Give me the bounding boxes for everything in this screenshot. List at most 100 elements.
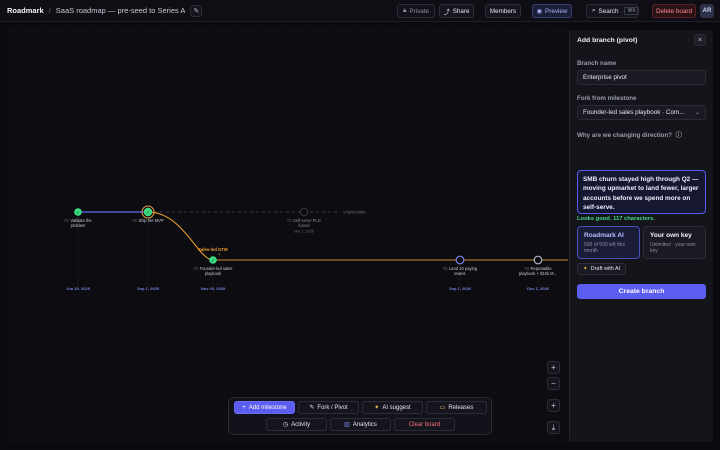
board-title[interactable]: SaaS roadmap — pre-seed to Series A — [56, 6, 186, 15]
info-icon[interactable]: ⓘ — [676, 132, 682, 139]
tag-icon: ▭ — [439, 405, 446, 411]
avatar[interactable]: AR — [700, 4, 714, 18]
preview-label: Preview — [545, 7, 568, 15]
axis-date: Sep 1, 2025 — [137, 286, 160, 291]
axis-date: Sep 1, 2026 — [449, 286, 472, 291]
sparkle-icon: ✦ — [374, 405, 380, 411]
members-label: Members — [489, 7, 517, 15]
chevron-down-icon: ⌄ — [694, 110, 700, 116]
analytics-button[interactable]: ▥ Analytics — [330, 418, 391, 431]
fork-pivot-label: Fork / Pivot — [317, 404, 348, 411]
validation-message: Looks good. 117 characters. — [577, 216, 655, 222]
preview-button[interactable]: ◉ Preview — [532, 4, 572, 18]
reason-label-text: Why are we changing direction? — [577, 132, 672, 139]
panel-title: Add branch (pivot) — [577, 37, 638, 44]
ai-suggest-button[interactable]: ✦ AI suggest — [362, 401, 423, 414]
reason-label: Why are we changing direction? ⓘ — [577, 130, 682, 139]
pivot-tag: Sales-led GTM — [198, 247, 228, 252]
milestone-label: teams — [454, 271, 465, 276]
close-panel-button[interactable]: × — [694, 34, 706, 46]
roadmap-graph: original plan Sales-led GTM ⑂ ✓ ✓ ✓ #1 V… — [64, 205, 568, 291]
activity-label: Activity — [291, 421, 311, 428]
pencil-icon: ✎ — [193, 7, 200, 15]
axis-date: Dec 1, 2026 — [527, 286, 550, 291]
check-icon: ✓ — [76, 210, 80, 215]
brand-logo[interactable]: Roadmark — [7, 6, 44, 15]
branch-name-label: Branch name — [577, 60, 617, 67]
branch-name-input[interactable]: Enterprise pivot — [577, 70, 706, 85]
delete-label: Delete board — [655, 7, 693, 15]
option-title: Roadmark AI — [584, 232, 624, 239]
option-own-key[interactable]: Your own key Unlimited · your own key — [643, 226, 706, 259]
plus-icon: + — [242, 404, 246, 411]
breadcrumb-separator: / — [48, 6, 51, 15]
check-icon: ✓ — [211, 258, 215, 263]
eye-icon: ◉ — [536, 7, 543, 15]
ai-suggest-label: AI suggest — [382, 404, 411, 411]
share-icon: ⤴ — [443, 8, 450, 16]
option-subtitle: 500 of 500 left this month — [584, 242, 625, 255]
zoom-out-button[interactable]: − — [547, 377, 560, 390]
milestone-label: playbook + $10k M... — [519, 271, 557, 276]
branch-icon: ⑂ — [218, 252, 220, 257]
axis-date: Jun 10, 2025 — [66, 286, 91, 291]
share-label: Share — [452, 7, 470, 15]
add-milestone-label: Add milestone — [248, 404, 287, 411]
milestone-date: Mar 1, 2026 — [294, 230, 314, 234]
releases-label: Releases — [448, 404, 474, 411]
fork-from-value: Founder-led sales playbook · Com... — [583, 109, 685, 116]
milestone-node[interactable] — [533, 255, 543, 265]
milestone-label: problem — [71, 223, 86, 228]
chart-icon: ▥ — [344, 422, 350, 428]
option-roadmark-ai[interactable]: Roadmark AI 500 of 500 left this month — [577, 226, 640, 259]
privacy-button[interactable]: 🔒︎ Private — [397, 4, 435, 18]
add-branch-panel: Add branch (pivot) × Branch name Enterpr… — [569, 30, 713, 442]
draft-label: Draft with AI — [590, 266, 621, 272]
create-branch-button[interactable]: Create branch — [577, 284, 706, 299]
check-icon: ✓ — [146, 210, 150, 215]
privacy-label: Private — [409, 7, 429, 15]
download-icon: ⤓ — [551, 422, 556, 432]
fork-from-select[interactable]: Founder-led sales playbook · Com... ⌄ — [577, 105, 706, 120]
releases-button[interactable]: ▭ Releases — [426, 401, 487, 414]
milestone-label: #2 Ship the MVP — [132, 218, 163, 223]
milestone-label: funnel — [298, 223, 309, 228]
search-shortcut: ⌘K — [624, 7, 639, 15]
milestone-node[interactable]: ✓ — [74, 208, 82, 216]
clear-board-label: Clear board — [408, 421, 441, 428]
analytics-label: Analytics — [352, 421, 377, 428]
clear-board-button[interactable]: Clear board — [394, 418, 455, 431]
roadmap-canvas[interactable]: original plan Sales-led GTM ⑂ ✓ ✓ ✓ #1 V… — [8, 26, 568, 443]
axis-date: Nov 20, 2025 — [201, 286, 226, 291]
export-button[interactable]: ⤓ — [547, 421, 560, 434]
milestone-node[interactable]: ✓ — [209, 256, 217, 264]
lock-icon: 🔒︎ — [403, 7, 407, 14]
share-button[interactable]: ⤴ Share — [439, 4, 474, 18]
reason-textarea[interactable]: SMB churn stayed high through Q2 — movin… — [577, 170, 706, 214]
fork-from-label: Fork from milestone — [577, 95, 637, 102]
sparkle-icon: ✦ — [583, 266, 588, 272]
activity-button[interactable]: ◷ Activity — [266, 418, 327, 431]
draft-with-ai-button[interactable]: ✦ Draft with AI — [577, 263, 627, 275]
clock-icon: ◷ — [282, 422, 289, 428]
edit-title-button[interactable]: ✎ — [190, 4, 203, 17]
option-subtitle: Unlimited · your own key — [650, 242, 696, 255]
bottom-toolbar: + Add milestone ✎ Fork / Pivot ✦ AI suggest… — [228, 397, 492, 435]
add-milestone-button[interactable]: + Add milestone — [234, 401, 295, 414]
original-plan-label: original plan — [343, 210, 366, 215]
search-button[interactable]: ⌕ Search ⌘K — [586, 4, 639, 18]
milestone-node[interactable] — [455, 255, 465, 265]
milestone-node-ghost[interactable] — [299, 207, 309, 217]
search-label: Search — [598, 7, 619, 15]
pencil-icon: ✎ — [309, 405, 315, 411]
close-icon: × — [697, 36, 703, 44]
option-title: Your own key — [650, 232, 692, 239]
fit-view-button[interactable]: + — [547, 399, 560, 412]
zoom-in-button[interactable]: + — [547, 361, 560, 374]
milestone-node[interactable]: ✓ — [141, 205, 155, 219]
search-icon: ⌕ — [592, 7, 596, 14]
members-button[interactable]: Members — [485, 4, 521, 18]
fork-pivot-button[interactable]: ✎ Fork / Pivot — [298, 401, 359, 414]
delete-board-button[interactable]: Delete board — [652, 4, 696, 18]
milestone-label: playbook — [205, 271, 222, 276]
